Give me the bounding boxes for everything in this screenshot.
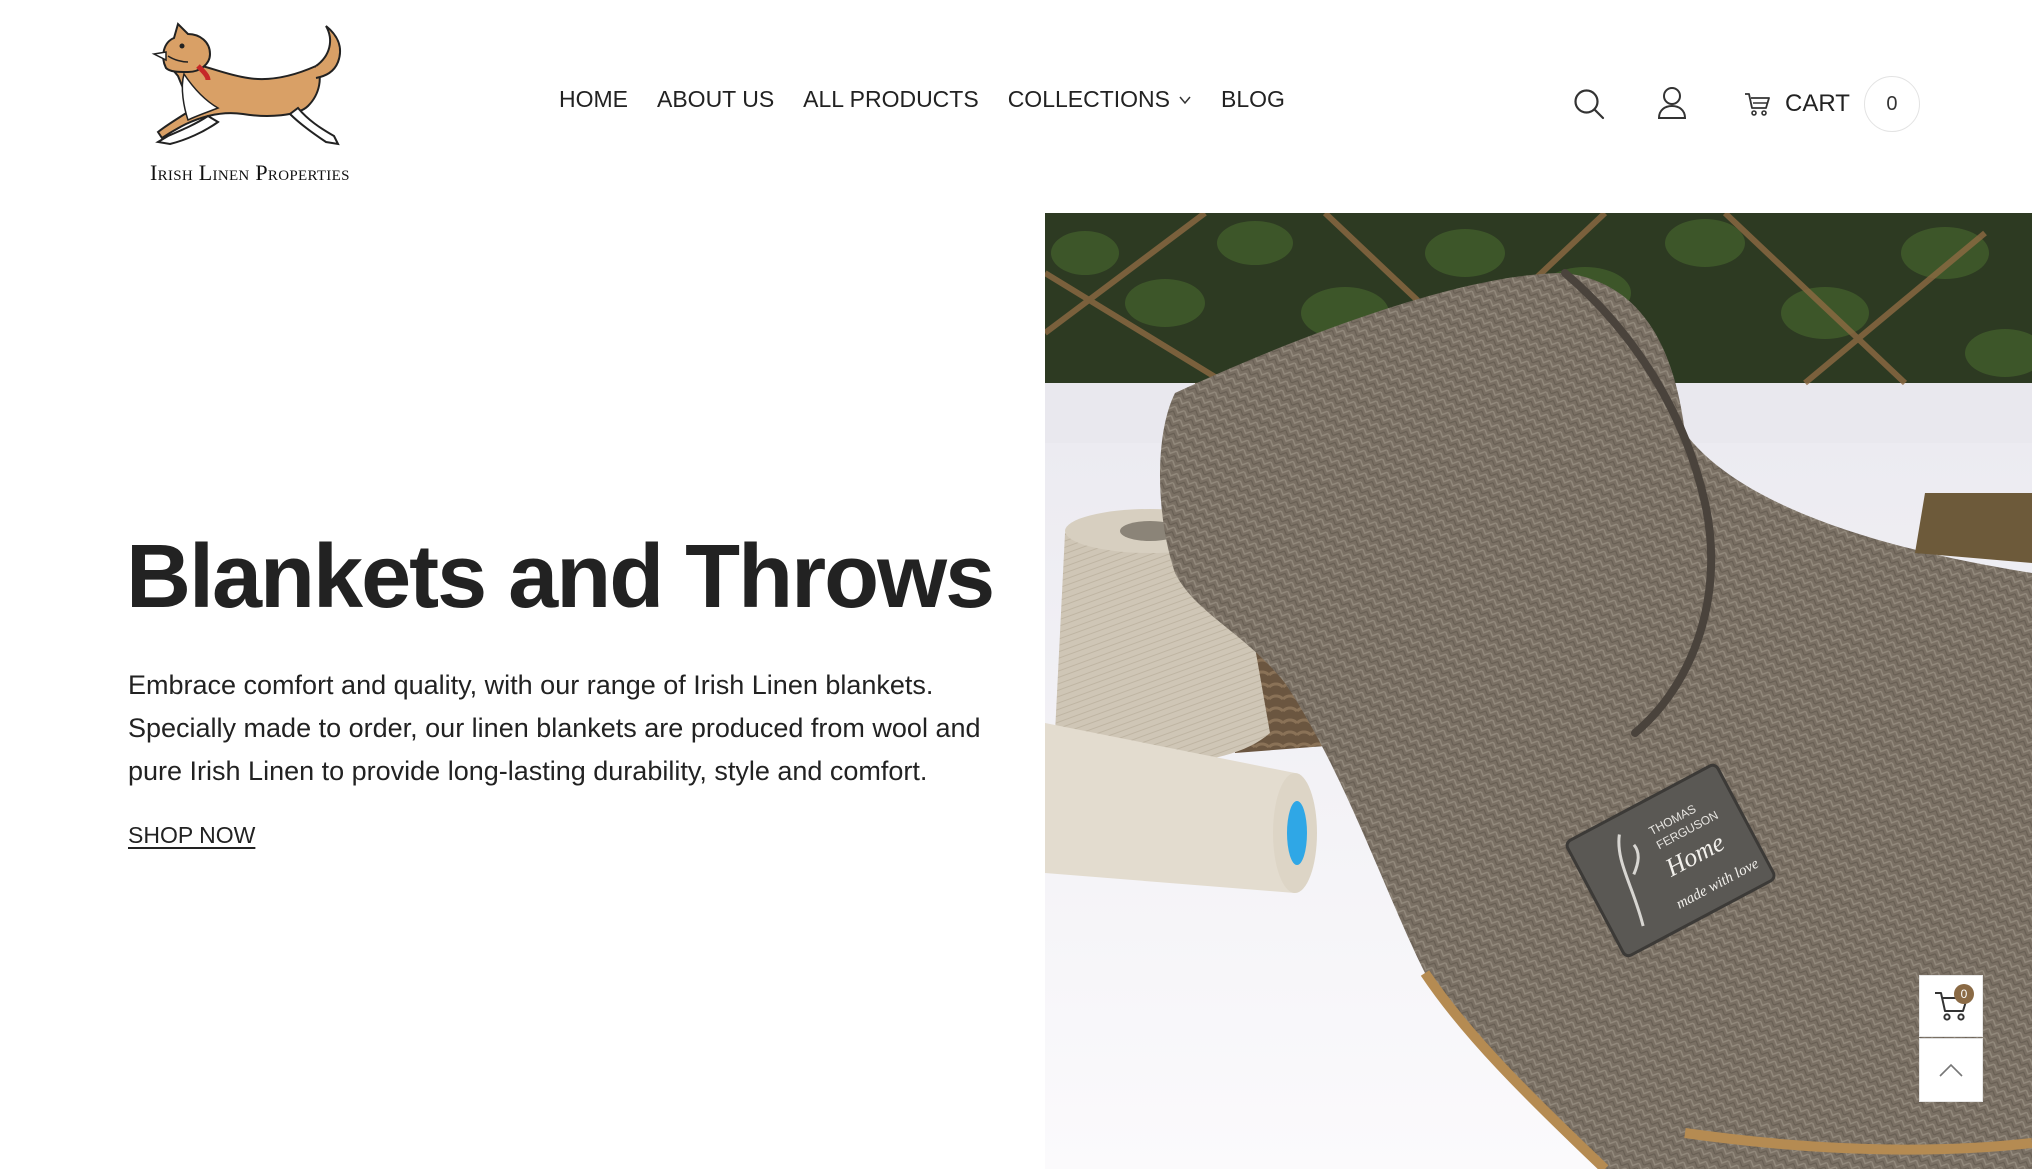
cart-count-badge: 0 [1863, 76, 1920, 132]
header-cart-button[interactable]: CART 0 [1743, 76, 1920, 132]
brand-name: Irish Linen Properties [150, 160, 350, 185]
nav-item-all-products[interactable]: ALL PRODUCTS [803, 86, 979, 113]
nav-item-label: HOME [559, 86, 628, 112]
cart-label: CART [1785, 90, 1850, 117]
shop-now-link[interactable]: SHOP NOW [128, 822, 255, 849]
hero-title: Blankets and Throws [126, 527, 995, 627]
chevron-up-icon [1939, 1063, 1963, 1077]
user-icon[interactable] [1657, 86, 1687, 120]
back-to-top-button[interactable] [1919, 1038, 1983, 1102]
nav-item-blog[interactable]: BLOG [1221, 86, 1285, 113]
search-icon[interactable] [1573, 88, 1605, 120]
nav-item-about-us[interactable]: ABOUT US [657, 86, 774, 113]
nav-item-home[interactable]: HOME [559, 86, 628, 113]
nav-item-label: BLOG [1221, 86, 1285, 112]
chevron-down-icon [1179, 96, 1191, 104]
hero-product-image: THOMAS FERGUSON Home made with love [1045, 213, 2032, 1169]
floating-cart-button[interactable]: 0 [1919, 975, 1983, 1037]
nav-item-label: ALL PRODUCTS [803, 86, 979, 112]
nav-item-label: COLLECTIONS [1007, 86, 1171, 112]
brand-logo[interactable]: Irish Linen Properties [140, 16, 370, 191]
main-nav: HOME ABOUT US ALL PRODUCTS COLLECTIONS B… [559, 86, 1285, 113]
jumping-dog-logo-icon [151, 22, 342, 146]
nav-item-collections[interactable]: COLLECTIONS [1008, 86, 1192, 113]
floating-cart-badge: 0 [1954, 984, 1974, 1004]
shopping-cart-icon [1745, 93, 1770, 116]
nav-item-label: ABOUT US [657, 86, 775, 112]
hero-description: Embrace comfort and quality, with our ra… [128, 670, 981, 786]
